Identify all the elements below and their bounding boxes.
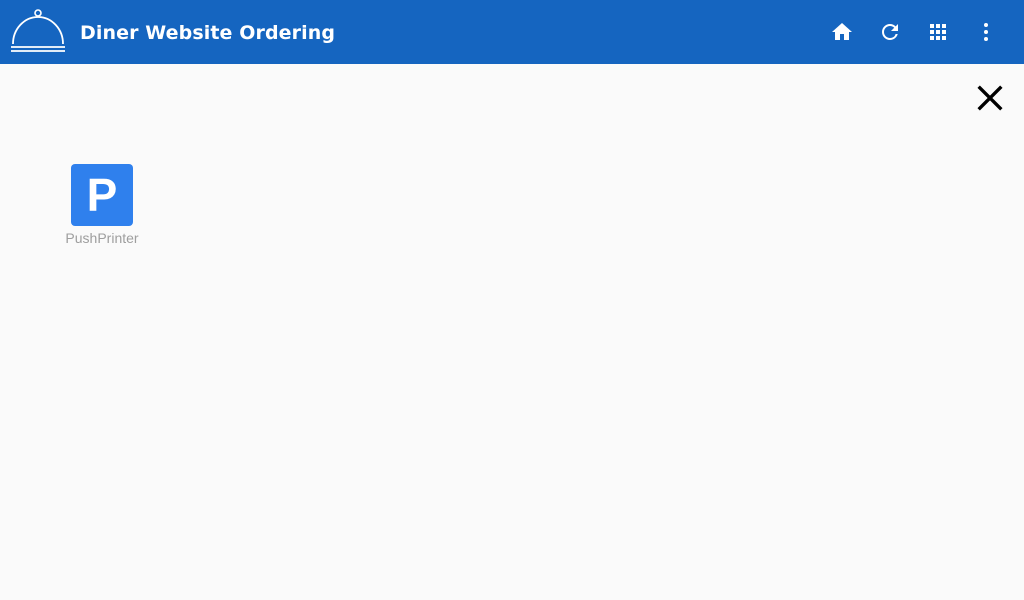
more-vert-icon xyxy=(984,23,988,41)
home-icon xyxy=(832,23,852,40)
apps-button[interactable] xyxy=(914,8,962,56)
home-button[interactable] xyxy=(818,8,866,56)
close-button[interactable] xyxy=(966,74,1014,122)
more-options-button[interactable] xyxy=(962,8,1010,56)
app-tile-pushprinter[interactable]: P PushPrinter xyxy=(52,164,152,254)
close-icon xyxy=(977,85,1003,111)
app-label: PushPrinter xyxy=(65,230,139,246)
app-title: Diner Website Ordering xyxy=(80,22,336,44)
app-bar: Diner Website Ordering xyxy=(0,0,1024,64)
refresh-button[interactable] xyxy=(866,8,914,56)
refresh-icon xyxy=(882,24,898,40)
cloche-icon xyxy=(11,9,65,52)
grid-icon xyxy=(930,24,946,40)
pushprinter-app-icon: P xyxy=(71,164,133,226)
appbar-actions xyxy=(818,0,1010,64)
